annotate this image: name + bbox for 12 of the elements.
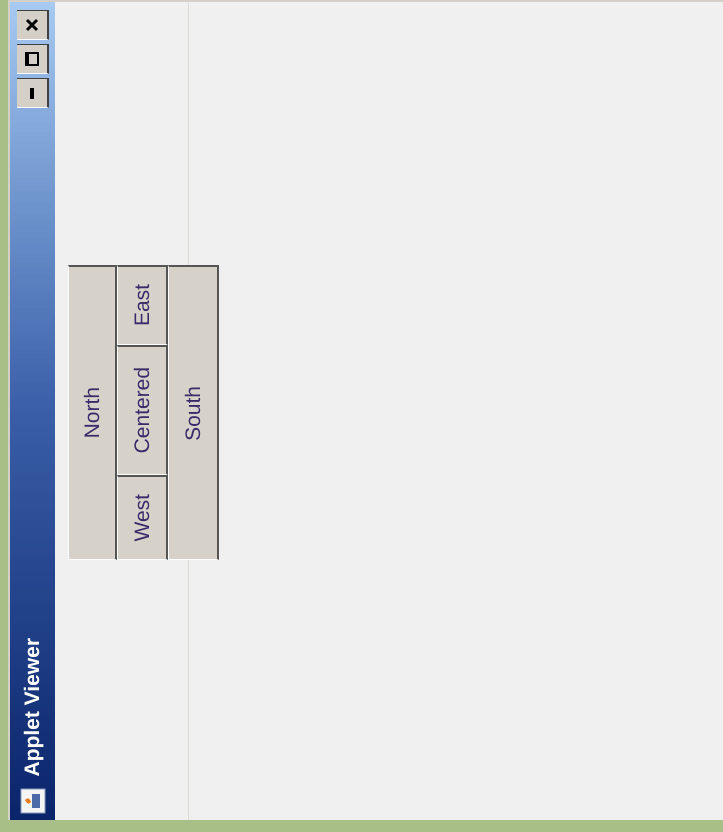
layout-button[interactable]: Centered xyxy=(117,345,168,475)
window-title: Applet Viewer xyxy=(22,638,43,776)
minimize-button[interactable] xyxy=(16,78,48,108)
layout-button[interactable]: North xyxy=(68,265,117,560)
minimize-icon xyxy=(28,86,34,100)
layout-button[interactable]: West xyxy=(117,475,168,560)
layout-button[interactable]: South xyxy=(168,265,219,560)
layout-button[interactable]: East xyxy=(117,265,168,345)
close-button[interactable] xyxy=(16,10,48,40)
maximize-icon xyxy=(24,51,40,67)
close-icon xyxy=(24,18,38,32)
maximize-button[interactable] xyxy=(16,44,48,74)
